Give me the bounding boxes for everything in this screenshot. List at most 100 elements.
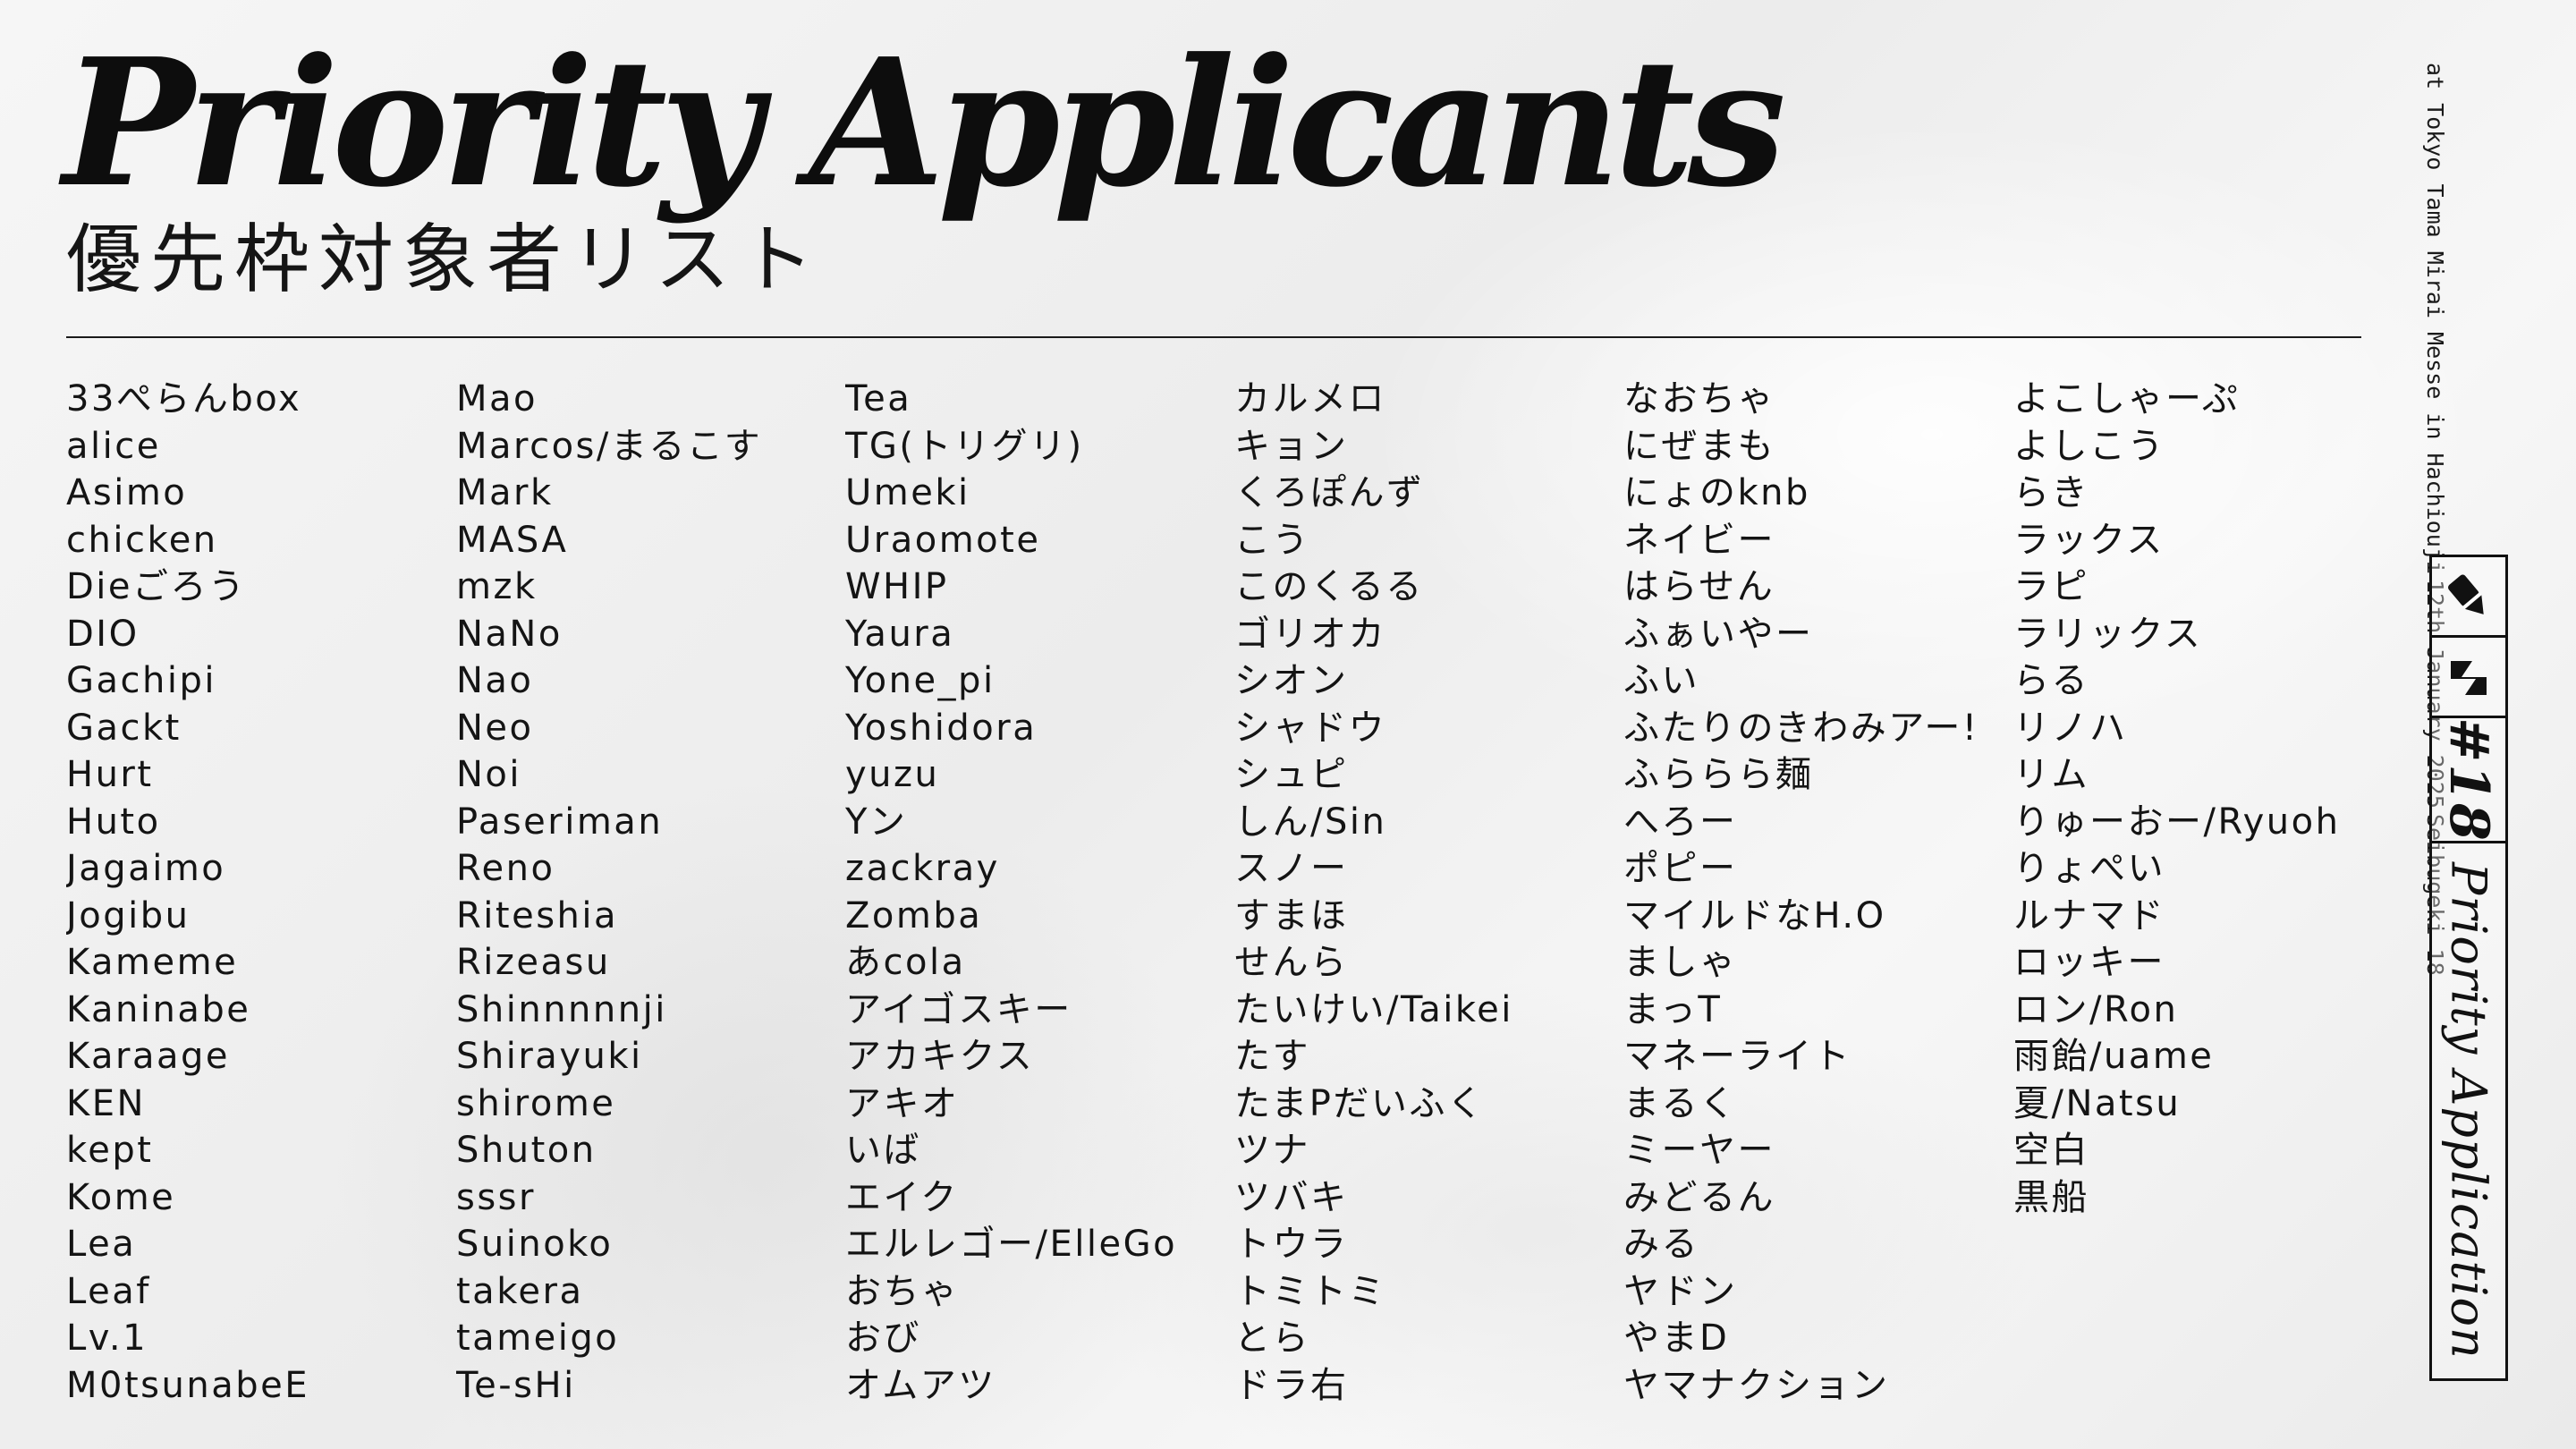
applicant-name: くろぽんず bbox=[1234, 472, 1425, 513]
applicant-name: オムアツ bbox=[845, 1364, 996, 1406]
applicant-name: Huto bbox=[66, 801, 161, 843]
applicant-name: あcola bbox=[845, 942, 966, 983]
applicant-name: Dieごろう bbox=[66, 566, 247, 607]
applicant-name: まっT bbox=[1623, 988, 1723, 1030]
applicant-name: ミーヤー bbox=[1623, 1130, 1775, 1171]
applicant-name: Suinoko bbox=[456, 1224, 614, 1265]
applicant-name: ラリックス bbox=[2013, 613, 2203, 655]
applicant-name: にょのknb bbox=[1623, 472, 1810, 513]
applicant-name: Noi bbox=[456, 754, 522, 795]
applicant-name: Mao bbox=[456, 378, 538, 419]
applicant-name: りょぺい bbox=[2013, 848, 2165, 889]
applicant-name: Nao bbox=[456, 660, 534, 701]
applicant-name: スノー bbox=[1234, 848, 1349, 889]
applicant-column-6: よこしゃーぷ よしこう らき ラックス ラピ ラリックス らる リノハ リム りゅーおー/Ryuo… bbox=[2013, 376, 2398, 1221]
applicant-name: Lea bbox=[66, 1224, 137, 1265]
applicant-name: Reno bbox=[456, 848, 555, 889]
applicant-name: ネイビー bbox=[1623, 519, 1775, 561]
badge-label-cell: Priority Application bbox=[2432, 843, 2505, 1378]
applicant-name: Uraomote bbox=[845, 519, 1041, 561]
applicant-name: Zomba bbox=[845, 894, 983, 936]
applicant-name: とら bbox=[1234, 1318, 1310, 1359]
event-venue: at Tokyo Tama Mirai Messe in Hachiouji bbox=[2422, 63, 2448, 574]
applicant-column-2: Mao Marcos/まるこす Mark MASA mzk NaNo Nao Neo Noi Pa… bbox=[456, 376, 841, 1409]
page-subtitle: 優先枠対象者リスト bbox=[66, 216, 824, 303]
applicant-name: Hurt bbox=[66, 754, 154, 795]
applicant-name: すまほ bbox=[1234, 894, 1349, 936]
applicant-name: Shuton bbox=[456, 1130, 597, 1171]
applicant-name: NaNo bbox=[456, 613, 563, 655]
applicant-name: このくるる bbox=[1234, 566, 1424, 607]
applicant-name: Jogibu bbox=[66, 894, 191, 936]
divider bbox=[66, 336, 2361, 338]
applicant-name: ラックス bbox=[2013, 519, 2165, 561]
applicant-name: たまPだいふく bbox=[1234, 1082, 1486, 1124]
applicant-name: やまD bbox=[1623, 1318, 1730, 1359]
applicant-name: Rizeasu bbox=[456, 942, 611, 983]
applicant-name: ドラ右 bbox=[1234, 1364, 1349, 1406]
applicant-name: kept bbox=[66, 1130, 154, 1171]
applicant-column-4: カルメロ キョン くろぽんず こう このくるる ゴリオカ シオン シャドウ シュピ しん/Sin ス… bbox=[1234, 376, 1619, 1409]
applicant-name: Kaninabe bbox=[66, 988, 251, 1030]
applicant-name: Gachipi bbox=[66, 660, 216, 701]
applicant-name: たす bbox=[1234, 1036, 1310, 1077]
applicant-name: ラピ bbox=[2013, 566, 2089, 607]
applicant-name: Yone_pi bbox=[845, 660, 996, 701]
applicant-name: エイク bbox=[845, 1176, 959, 1218]
applicant-name: Leaf bbox=[66, 1270, 151, 1312]
pen-nib-icon bbox=[2448, 574, 2484, 614]
applicant-name: アイゴスキー bbox=[845, 988, 1072, 1030]
applicant-name: こう bbox=[1234, 519, 1310, 561]
s-logo-icon-cell bbox=[2432, 638, 2505, 718]
applicant-name: シオン bbox=[1234, 660, 1349, 701]
applicant-name: Gackt bbox=[66, 707, 182, 749]
applicant-columns: 33ぺらんbox alice Asimo chicken Dieごろう DIO Gachip… bbox=[66, 376, 2356, 1413]
applicant-name: Jagaimo bbox=[66, 848, 226, 889]
applicant-name: 33ぺらんbox bbox=[66, 378, 302, 419]
applicant-column-1: 33ぺらんbox alice Asimo chicken Dieごろう DIO Gachip… bbox=[66, 376, 451, 1409]
applicant-name: らき bbox=[2013, 472, 2089, 513]
applicant-name: せんら bbox=[1234, 942, 1349, 983]
applicant-name: おちゃ bbox=[845, 1270, 960, 1312]
applicant-name: mzk bbox=[456, 566, 538, 607]
applicant-name: Marcos/まるこす bbox=[456, 425, 763, 467]
applicant-name: Lv.1 bbox=[66, 1318, 148, 1359]
applicant-name: Yaura bbox=[845, 613, 955, 655]
applicant-name: Kome bbox=[66, 1176, 176, 1218]
applicant-name: Karaage bbox=[66, 1036, 231, 1077]
applicant-name: Neo bbox=[456, 707, 534, 749]
applicant-name: 雨飴/uame bbox=[2013, 1036, 2215, 1077]
applicant-name: MASA bbox=[456, 519, 569, 561]
applicant-name: シュピ bbox=[1234, 754, 1349, 795]
page-title: Priority Applicants bbox=[63, 21, 1786, 226]
applicant-name: みる bbox=[1623, 1224, 1699, 1265]
applicant-name: リム bbox=[2013, 754, 2089, 795]
applicant-name: リノハ bbox=[2013, 707, 2128, 749]
applicant-name: Yoshidora bbox=[845, 707, 1038, 749]
applicant-name: へろー bbox=[1623, 801, 1738, 843]
applicant-name: ましゃ bbox=[1623, 942, 1738, 983]
applicant-name: Kameme bbox=[66, 942, 239, 983]
applicant-name: カルメロ bbox=[1234, 378, 1386, 419]
applicant-name: ふららら麺 bbox=[1623, 754, 1814, 795]
applicant-name: シャドウ bbox=[1234, 707, 1386, 749]
applicant-name: らる bbox=[2013, 660, 2089, 701]
applicant-name: にぜまも bbox=[1623, 425, 1775, 467]
applicant-name: alice bbox=[66, 425, 161, 467]
applicant-name: ふぁいやー bbox=[1623, 613, 1814, 655]
applicant-name: マイルドなH.O bbox=[1623, 894, 1886, 936]
priority-badge: #18 Priority Application bbox=[2429, 555, 2508, 1381]
applicant-name: takera bbox=[456, 1270, 584, 1312]
applicant-name: Shinnnnnji bbox=[456, 988, 667, 1030]
s-logo-icon bbox=[2451, 660, 2487, 695]
applicant-name: しん/Sin bbox=[1234, 801, 1387, 843]
applicant-name: Tea bbox=[845, 378, 912, 419]
badge-number: #18 bbox=[2437, 716, 2500, 843]
applicant-name: トミトミ bbox=[1234, 1270, 1386, 1312]
applicant-name: たいけい/Taikei bbox=[1234, 988, 1513, 1030]
applicant-name: WHIP bbox=[845, 566, 949, 607]
applicant-name: ゴリオカ bbox=[1234, 613, 1386, 655]
applicant-name: KEN bbox=[66, 1082, 146, 1124]
applicant-name: Te-sHi bbox=[456, 1364, 576, 1406]
applicant-name: よしこう bbox=[2013, 425, 2165, 467]
